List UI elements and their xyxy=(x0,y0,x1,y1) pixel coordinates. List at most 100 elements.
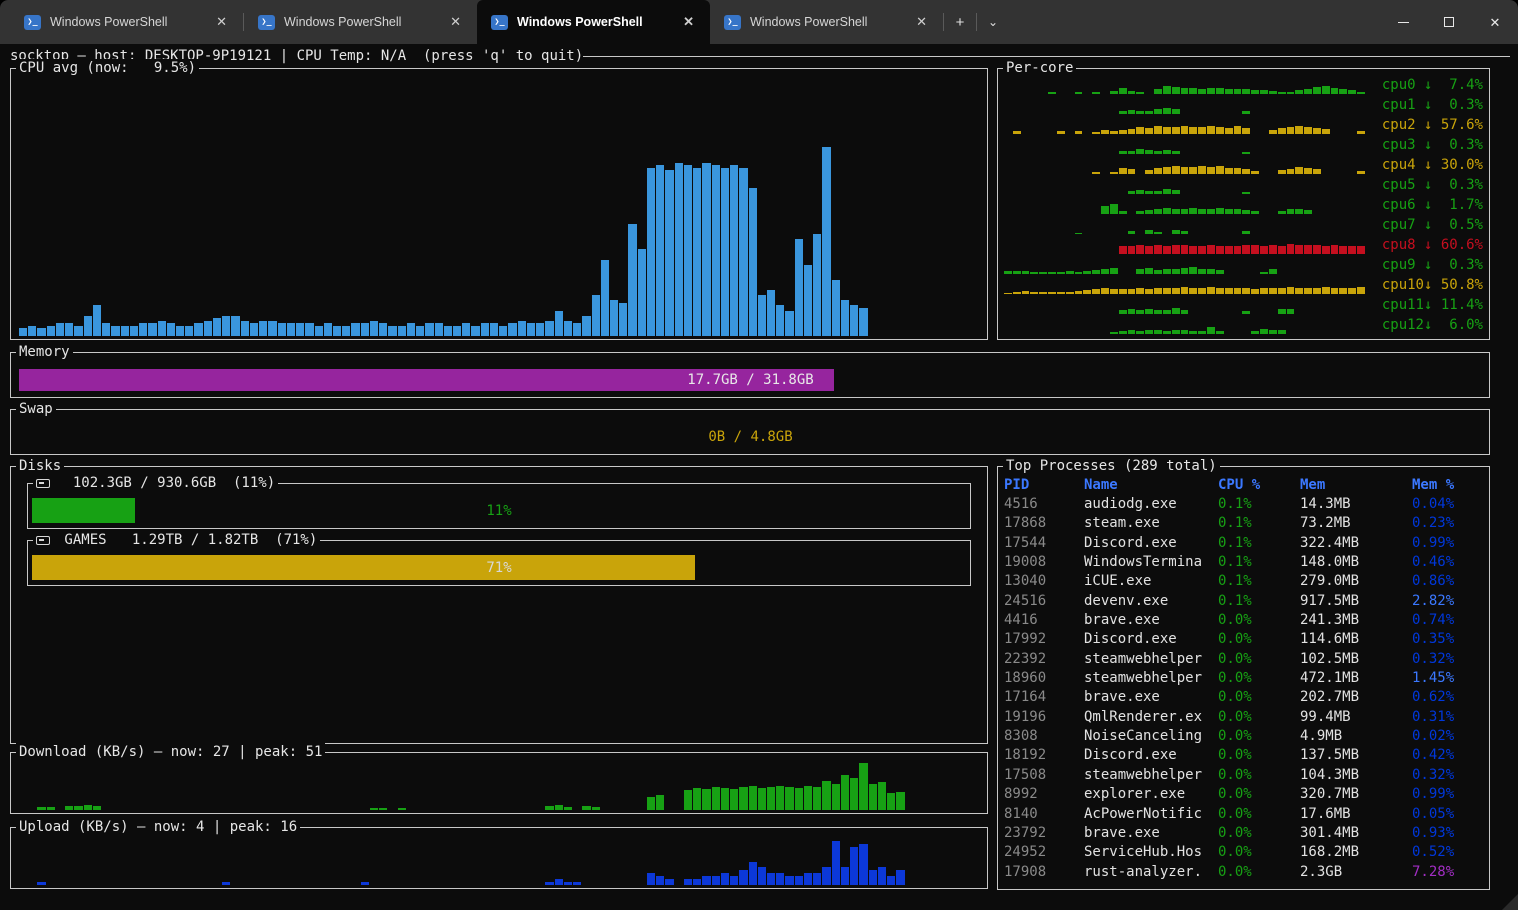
chart-bar xyxy=(1145,246,1153,255)
close-button[interactable]: ✕ xyxy=(1472,0,1518,44)
core-row-cpu5: cpu5 ↓ 0.3% xyxy=(1002,175,1485,195)
tab-windows-powershell-1[interactable]: ❯_Windows PowerShell✕ xyxy=(10,0,243,44)
core-sparkline-cpu3 xyxy=(1004,137,1365,154)
chart-bar xyxy=(1145,330,1153,334)
chart-bar xyxy=(1092,132,1100,134)
core-row-cpu1: cpu1 ↓ 0.3% xyxy=(1002,95,1485,115)
chart-bar xyxy=(1136,331,1144,334)
window-controls: ✕ xyxy=(1380,0,1518,44)
minimize-button[interactable] xyxy=(1380,0,1426,44)
close-icon: ✕ xyxy=(1490,16,1501,29)
chart-bar xyxy=(712,787,720,810)
core-label-cpu10: cpu10↓ 50.8% xyxy=(1382,277,1483,293)
chart-bar xyxy=(1348,90,1356,94)
tab-windows-powershell-2[interactable]: ❯_Windows PowerShell✕ xyxy=(244,0,477,44)
app-header: socktop — host: DESKTOP-9P19121 | CPU Te… xyxy=(10,47,1510,65)
tab-close-icon[interactable]: ✕ xyxy=(910,12,933,32)
process-cell: 0.86% xyxy=(1412,573,1485,589)
chart-bar xyxy=(656,165,664,336)
column-header[interactable]: CPU % xyxy=(1218,477,1300,493)
column-header[interactable]: Name xyxy=(1084,477,1218,493)
chart-bar xyxy=(1242,231,1250,234)
chart-bar xyxy=(1172,269,1180,274)
resize-grip[interactable] xyxy=(1502,894,1518,910)
chart-bar xyxy=(555,805,563,810)
chart-bar xyxy=(1242,152,1250,154)
process-cell: 17164 xyxy=(1004,689,1084,705)
tab-close-icon[interactable]: ✕ xyxy=(210,12,233,32)
chart-bar xyxy=(1225,288,1233,294)
chart-bar xyxy=(1128,246,1136,255)
chart-bar xyxy=(1181,167,1189,174)
chart-bar xyxy=(139,323,147,336)
chart-bar xyxy=(1260,90,1268,94)
chart-bar xyxy=(65,323,73,336)
maximize-button[interactable] xyxy=(1426,0,1472,44)
column-header[interactable]: Mem xyxy=(1300,477,1412,493)
tab-windows-powershell-4[interactable]: ❯_Windows PowerShell✕ xyxy=(710,0,943,44)
process-cell: 0.0% xyxy=(1218,825,1300,841)
tab-close-icon[interactable]: ✕ xyxy=(444,12,467,32)
chart-bar xyxy=(545,882,553,885)
core-label-cpu5: cpu5 ↓ 0.3% xyxy=(1382,177,1483,193)
chart-bar xyxy=(74,806,82,810)
download-chart xyxy=(19,763,979,810)
chart-bar xyxy=(1136,269,1144,274)
chart-bar xyxy=(1163,288,1171,294)
chart-bar xyxy=(1278,92,1286,94)
chart-bar xyxy=(536,323,544,336)
chart-bar xyxy=(444,326,452,336)
chart-bar xyxy=(1357,92,1365,94)
chart-bar xyxy=(1057,272,1065,274)
tab-dropdown-button[interactable]: ⌄ xyxy=(977,0,1009,44)
chart-bar xyxy=(1172,190,1180,194)
chart-bar xyxy=(185,326,193,336)
chart-bar xyxy=(490,323,498,336)
chart-bar xyxy=(822,147,830,336)
chart-bar xyxy=(1269,130,1277,134)
chart-bar xyxy=(453,326,461,336)
chart-bar xyxy=(342,326,350,336)
chart-bar xyxy=(1013,131,1021,134)
new-tab-button[interactable]: + xyxy=(944,0,976,44)
chart-bar xyxy=(758,295,766,336)
chart-bar xyxy=(1260,272,1268,274)
chart-bar xyxy=(1313,128,1321,134)
chart-bar xyxy=(1075,233,1083,234)
chart-bar xyxy=(739,787,747,810)
chart-bar xyxy=(1207,269,1215,274)
chart-bar xyxy=(1145,191,1153,194)
core-row-cpu4: cpu4 ↓ 30.0% xyxy=(1002,155,1485,175)
column-header[interactable]: PID xyxy=(1004,477,1084,493)
chart-bar xyxy=(1136,92,1144,94)
chart-bar xyxy=(1092,172,1100,174)
chart-bar xyxy=(1128,330,1136,334)
process-cell: 472.1MB xyxy=(1300,670,1412,686)
process-cell: rust-analyzer. xyxy=(1084,864,1218,880)
chart-bar xyxy=(1304,89,1312,94)
chart-bar xyxy=(785,311,793,337)
chart-bar xyxy=(1163,167,1171,174)
chart-bar xyxy=(1251,90,1259,94)
chart-bar xyxy=(1136,149,1144,154)
process-cell: 0.0% xyxy=(1218,709,1300,725)
chart-bar xyxy=(435,323,443,336)
chart-bar xyxy=(758,788,766,810)
chart-bar xyxy=(416,326,424,336)
core-row-cpu7: cpu7 ↓ 0.5% xyxy=(1002,215,1485,235)
chart-bar xyxy=(398,326,406,336)
column-header[interactable]: Mem % xyxy=(1412,477,1485,493)
chart-bar xyxy=(601,260,609,337)
process-cell: 2.82% xyxy=(1412,593,1485,609)
core-sparkline-cpu4 xyxy=(1004,157,1365,174)
chart-bar xyxy=(305,323,313,336)
maximize-icon xyxy=(1444,17,1454,27)
chart-bar xyxy=(776,873,784,885)
chart-bar xyxy=(1287,244,1295,254)
tab-windows-powershell-3[interactable]: ❯_Windows PowerShell✕ xyxy=(477,0,710,44)
tab-close-icon[interactable]: ✕ xyxy=(677,12,700,32)
chart-bar xyxy=(767,787,775,810)
process-row: 19008WindowsTermina0.1%148.0MB0.46% xyxy=(1004,552,1485,571)
chart-bar xyxy=(324,323,332,336)
chart-bar xyxy=(1119,246,1127,254)
